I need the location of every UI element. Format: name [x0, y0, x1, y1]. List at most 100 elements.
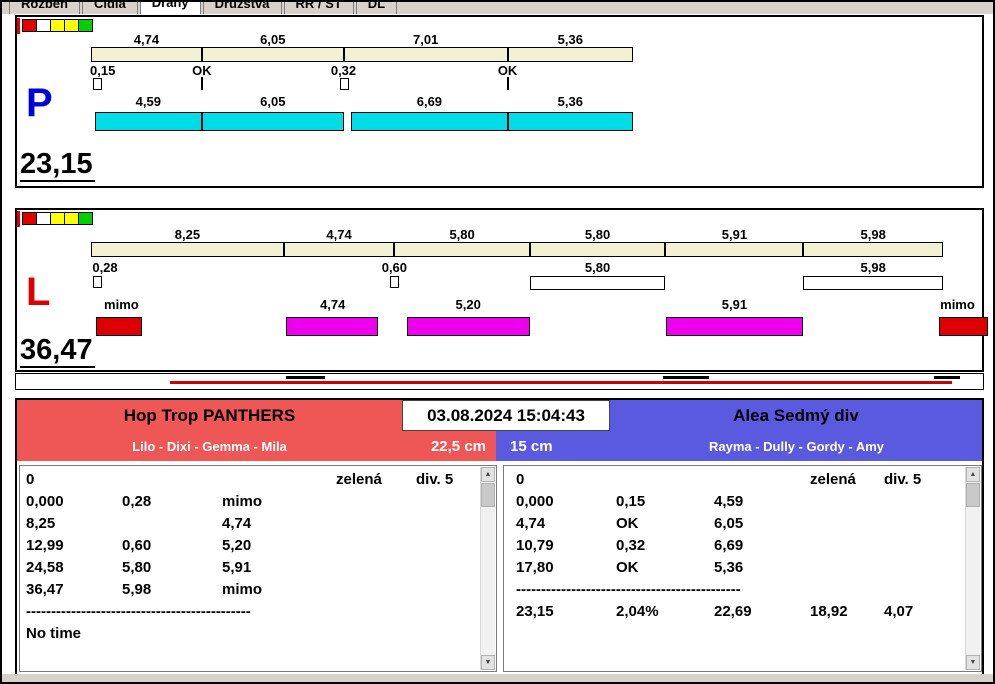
bar-value-label: 0,60: [381, 260, 408, 275]
bar-segment: [394, 242, 530, 257]
status-light: [78, 212, 93, 225]
bar-value-label: 6,05: [260, 94, 286, 109]
scroll-thumb[interactable]: [966, 483, 980, 507]
list-cell: 0,15: [616, 493, 646, 510]
list-cell: 12,99: [26, 537, 64, 554]
list-cell: 4,07: [884, 603, 914, 620]
bar-value-label: 4,74: [320, 297, 346, 312]
bar-value-label: 4,74: [326, 227, 352, 242]
bar-value-label: 0,15: [90, 63, 116, 78]
status-light: [36, 212, 51, 225]
bar-segment: [286, 317, 379, 336]
lane-marker-tick: [17, 18, 20, 34]
status-light: [50, 212, 65, 225]
list-row: No time: [22, 624, 478, 646]
tab-rr-st[interactable]: RR / ŠT: [283, 2, 354, 14]
list-row: ----------------------------------------…: [506, 580, 963, 602]
list-cell: 0: [516, 471, 525, 488]
scroll-up-icon[interactable]: ▲: [481, 467, 495, 482]
lane-letter-l: L: [26, 270, 51, 314]
team-left-members: Lilo - Dixi - Gemma - Mila: [132, 438, 287, 454]
gate-ok-mark: [200, 77, 203, 90]
list-cell: 17,80: [516, 559, 554, 576]
status-light: [64, 19, 79, 32]
list-row: 24,58 5,80 5,91: [22, 558, 478, 580]
team-right-subheader: 15 cm Rayma - Dully - Gordy - Amy: [496, 431, 982, 461]
bar-segment: [665, 317, 804, 336]
bar-segment: [507, 47, 633, 62]
run-panel-l: 8,25 4,74 5,80 5,80 5,91 5,98 0,28 0,60 5,80 5,9…: [15, 208, 988, 372]
bar-value-label: 5,80: [449, 227, 475, 242]
list-cell: 4,74: [516, 515, 546, 532]
datetime-box: 03.08.2024 15:04:43: [402, 400, 610, 431]
bar-segment: [665, 242, 804, 257]
bar-value-label: 5,80: [584, 260, 611, 275]
status-light: [22, 19, 37, 32]
scrollbar-right[interactable]: ▲ ▼: [965, 467, 980, 670]
bar-value-label: 5,91: [721, 227, 748, 242]
run-values-row-p: 4,59 6,05 6,69 5,36: [91, 95, 633, 109]
tab-rozbeh[interactable]: Rozbeh: [9, 2, 80, 14]
plan-values-row-p: 4,74 6,05 7,01 5,36: [91, 33, 633, 47]
team-right-members: Rayma - Dully - Gordy - Amy: [708, 438, 885, 454]
missed-segment-bar: [803, 276, 943, 290]
gate-penalty-box: [390, 276, 400, 288]
list-cell: zelená: [336, 471, 382, 488]
gate-labels-row-l: 0,28 0,60 5,80 5,98: [91, 261, 943, 275]
bar-value-label: 5,98: [860, 260, 886, 275]
lane-marker-tick: [17, 211, 20, 227]
scroll-down-icon[interactable]: ▼: [966, 655, 980, 670]
bar-segment: [201, 112, 344, 131]
list-cell: mimo: [222, 493, 263, 510]
status-bar: [2, 674, 993, 682]
list-row: 36,47 5,98 mimo: [22, 580, 478, 602]
list-cell: 10,79: [516, 537, 554, 554]
bars-l: 8,25 4,74 5,80 5,80 5,91 5,98 0,28 0,60 5,80 5,9…: [91, 227, 988, 336]
tab-dl[interactable]: DL: [355, 2, 398, 14]
bar-segment: [94, 112, 202, 131]
tab-drahy[interactable]: Dráhy: [139, 2, 201, 14]
list-cell: 6,69: [714, 537, 744, 554]
list-row: 0 zelená div. 5: [22, 470, 478, 492]
list-cell: 0,28: [122, 493, 152, 510]
team-right-name: Alea Sedmý div: [733, 405, 859, 425]
results-footer: Hop Trop PANTHERS 03.08.2024 15:04:43 Al…: [15, 398, 984, 676]
list-cell: OK: [616, 515, 639, 532]
status-light: [78, 19, 93, 32]
scroll-down-icon[interactable]: ▼: [481, 655, 495, 670]
bar-segment: [201, 47, 344, 62]
list-cell: 5,98: [122, 581, 152, 598]
plan-bar-row-p: [91, 47, 633, 62]
bar-value-label: 7,01: [412, 32, 439, 47]
scroll-thumb[interactable]: [481, 483, 495, 507]
list-row: 23,15 2,04% 22,69 18,92 4,07: [506, 602, 963, 624]
run-bar-row-l: [91, 317, 988, 336]
bar-value-label: 6,05: [260, 32, 286, 47]
bar-segment: [351, 112, 508, 131]
results-list-left[interactable]: 0 zelená div. 5 0,000 0,28 mimo 8,25 4,74 12,99 0…: [19, 465, 497, 672]
list-cell: 0: [26, 471, 35, 488]
bar-value-label: 5,20: [455, 297, 481, 312]
bar-value-label: 0,32: [330, 63, 357, 78]
run-bar-row-p: [91, 112, 633, 131]
progress-strip: [15, 373, 984, 390]
list-row: 0,000 0,28 mimo: [22, 492, 478, 514]
tab-druzstva[interactable]: Družstvá: [202, 2, 282, 14]
list-cell: OK: [616, 559, 639, 576]
scrollbar-left[interactable]: ▲ ▼: [480, 467, 495, 670]
bar-value-label: 5,91: [721, 297, 748, 312]
progress-mark: [285, 376, 325, 379]
results-list-right[interactable]: 0 zelená div. 5 0,000 0,15 4,59 4,74 OK 6,05 10,7…: [503, 465, 982, 672]
scroll-up-icon[interactable]: ▲: [966, 467, 980, 482]
list-row: 12,99 0,60 5,20: [22, 536, 478, 558]
list-cell: 5,91: [222, 559, 252, 576]
bar-value-label: 4,74: [133, 32, 160, 47]
tab-cidla[interactable]: Čidla: [81, 2, 138, 14]
bar-value-label: 5,36: [557, 94, 583, 109]
lane-letter-p: P: [26, 81, 53, 125]
missed-segment-bar: [529, 276, 666, 290]
team-right-jump-height: 15 cm: [510, 437, 553, 455]
list-row: 0,000 0,15 4,59: [506, 492, 963, 514]
list-cell: 0,32: [616, 537, 646, 554]
progress-line: [170, 381, 952, 384]
